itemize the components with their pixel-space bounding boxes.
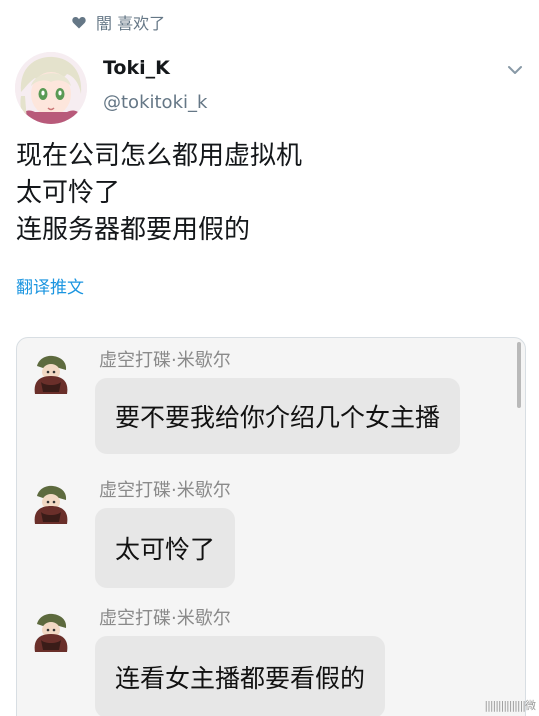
sender-name: 虚空打碟·米歇尔: [99, 480, 231, 501]
anime-girl-avatar-icon: [15, 52, 87, 124]
sender-name: 虚空打碟·米歇尔: [99, 350, 231, 371]
sender-avatar-icon: [29, 610, 73, 654]
chevron-down-icon[interactable]: [505, 60, 525, 80]
liked-by-row: 闇 喜欢了: [72, 10, 165, 34]
user-handle[interactable]: @tokitoki_k: [103, 92, 207, 113]
user-avatar[interactable]: [15, 52, 87, 124]
watermark: |||||||||||||||微: [484, 699, 536, 712]
tweet-text: 现在公司怎么都用虚拟机 太可怜了 连服务器都要用假的: [16, 138, 516, 249]
message-bubble: 太可怜了: [95, 508, 236, 588]
embedded-chat-image[interactable]: 虚空打碟·米歇尔 要不要我给你介绍几个女主播 虚空打碟·米歇尔 太可怜了 虚空打…: [16, 337, 526, 716]
tweet-line: 连服务器都要用假的: [16, 215, 251, 245]
translate-tweet-link[interactable]: 翻译推文: [16, 273, 84, 298]
tweet-line: 现在公司怎么都用虚拟机: [16, 141, 303, 171]
heart-icon: [72, 16, 86, 29]
tweet-line: 太可怜了: [16, 178, 121, 208]
display-name[interactable]: Toki_K: [103, 57, 170, 79]
sender-name: 虚空打碟·米歇尔: [99, 608, 231, 629]
sender-avatar-icon: [29, 482, 73, 526]
message-bubble: 要不要我给你介绍几个女主播: [95, 378, 461, 454]
message-bubble: 连看女主播都要看假的: [95, 636, 386, 716]
liked-by-text: 闇 喜欢了: [96, 14, 166, 33]
chat-message: 虚空打碟·米歇尔 连看女主播都要看假的: [17, 604, 525, 716]
chat-message: 虚空打碟·米歇尔 要不要我给你介绍几个女主播: [17, 346, 525, 456]
tweet-screenshot: 闇 喜欢了 Toki_K @tokitoki_k 现在公司怎么都用虚拟机 太可怜…: [0, 0, 539, 716]
chat-message: 虚空打碟·米歇尔 太可怜了: [17, 476, 525, 588]
sender-avatar-icon: [29, 352, 73, 396]
